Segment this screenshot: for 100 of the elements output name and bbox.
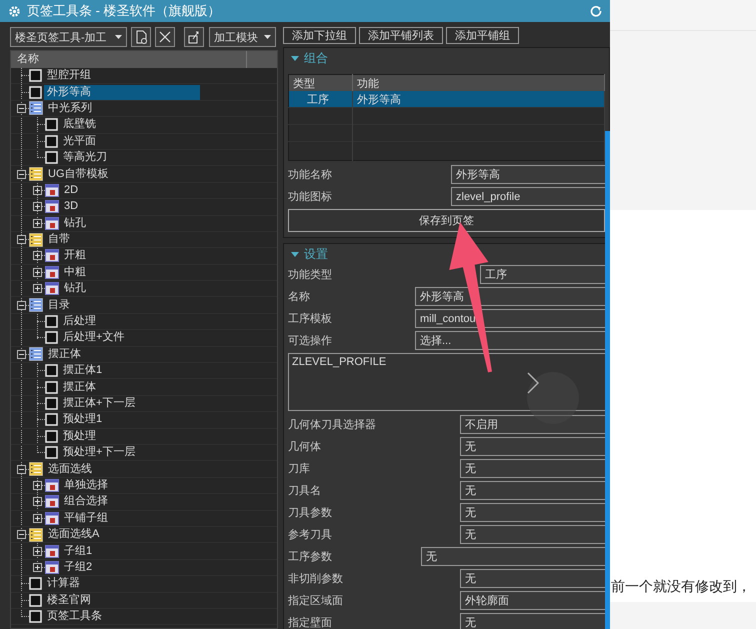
square-icon — [45, 413, 58, 426]
new-document-button[interactable] — [131, 27, 151, 47]
dropdown-field[interactable]: 无 — [460, 569, 605, 588]
scroll-bar[interactable] — [605, 131, 610, 629]
column-header[interactable]: 类型 — [288, 74, 352, 91]
window-icon — [45, 544, 59, 558]
tree-item[interactable]: 中粗 — [61, 264, 89, 280]
tree-item[interactable]: 目录 — [45, 298, 73, 313]
collapse-toggle[interactable] — [17, 104, 26, 113]
collapse-toggle[interactable] — [17, 464, 26, 474]
tree-item[interactable]: 楼圣官网 — [44, 592, 94, 608]
tree-item[interactable]: 钻孔 — [61, 216, 89, 231]
expand-toggle[interactable] — [33, 202, 42, 212]
tree-item[interactable]: 后处理+文件 — [60, 330, 128, 346]
field-label: 指定壁面 — [288, 616, 333, 629]
tree-item[interactable]: 后处理 — [60, 314, 99, 330]
dropdown-field[interactable]: 无 — [460, 503, 605, 522]
text-field[interactable]: 外形等高 — [415, 287, 605, 306]
tree-item[interactable]: 中光系列 — [45, 100, 95, 116]
collapse-icon[interactable] — [291, 252, 299, 258]
square-icon — [29, 86, 42, 99]
expand-toggle[interactable] — [33, 546, 42, 556]
field-label: 指定区域面 — [288, 594, 344, 608]
dropdown-field[interactable]: 外轮廓面 — [460, 591, 605, 610]
tree-item[interactable]: 钻孔 — [61, 281, 89, 296]
dropdown-field[interactable]: 无 — [460, 437, 605, 456]
tree-item[interactable]: 计算器 — [44, 576, 83, 592]
collapse-toggle[interactable] — [17, 170, 26, 179]
table-cell[interactable]: 外形等高 — [352, 91, 604, 108]
dropdown-field[interactable]: 无 — [460, 613, 605, 629]
tree-item[interactable]: 选面选线A — [45, 527, 102, 542]
text-field[interactable]: 无 — [421, 547, 605, 566]
square-icon — [45, 118, 58, 132]
close-button[interactable] — [155, 27, 175, 47]
tree-item[interactable]: 预处理+下一层 — [60, 445, 138, 460]
dropdown-field[interactable]: 无 — [460, 481, 605, 500]
expand-toggle[interactable] — [33, 562, 42, 572]
tree-item[interactable]: 2D — [61, 182, 82, 198]
tree-item[interactable]: 组合选择 — [61, 494, 111, 510]
tree-item[interactable]: 选面选线 — [45, 462, 95, 477]
collapse-toggle[interactable] — [17, 300, 26, 310]
dropdown-field[interactable]: 无 — [460, 459, 605, 478]
field-label: 可选操作 — [288, 334, 333, 348]
dropdown-field[interactable]: 无 — [460, 525, 605, 544]
tree-item[interactable]: 3D — [61, 199, 82, 214]
square-icon — [45, 134, 58, 148]
collapse-toggle[interactable] — [17, 350, 26, 359]
expand-toggle[interactable] — [33, 497, 42, 506]
tree-item[interactable]: 预处理1 — [60, 412, 106, 428]
tree-item[interactable]: 预处理 — [60, 428, 99, 444]
expand-toggle[interactable] — [33, 284, 42, 294]
tree-item[interactable]: 开粗 — [61, 248, 89, 264]
add-group-button[interactable]: 添加平铺组 — [446, 27, 519, 44]
module-dropdown[interactable]: 加工模块 — [209, 27, 276, 47]
section-title: 组合 — [304, 50, 328, 67]
tree-item[interactable]: 单独选择 — [61, 478, 111, 493]
expand-toggle[interactable] — [33, 251, 42, 260]
text-field[interactable]: mill_contou — [415, 309, 605, 328]
expand-toggle[interactable] — [33, 186, 42, 195]
expand-toggle[interactable] — [33, 218, 42, 228]
toolset-dropdown[interactable]: 楼圣页签工具-加工 — [10, 27, 127, 47]
field-label: 功能图标 — [288, 190, 333, 204]
collapse-toggle[interactable] — [17, 235, 26, 244]
tree-item[interactable]: 页签工具条 — [44, 609, 105, 624]
select-button[interactable]: 选择... — [415, 331, 605, 350]
tree-item[interactable]: 子组2 — [61, 560, 96, 575]
column-header[interactable]: 功能 — [352, 74, 604, 91]
tree-item[interactable]: 摆正体1 — [60, 363, 106, 378]
chevron-icon — [527, 372, 539, 394]
tree-item[interactable]: 平铺子组 — [61, 510, 111, 526]
tree-item[interactable]: 摆正体 — [45, 346, 84, 362]
expand-toggle[interactable] — [33, 514, 42, 523]
dropdown-field[interactable]: 工序 — [480, 265, 605, 284]
add-group-button[interactable]: 添加下拉组 — [283, 27, 356, 44]
tree-item[interactable]: 底壁铣 — [60, 117, 99, 132]
text-field[interactable]: 外形等高 — [451, 165, 605, 184]
field-label: 刀具参数 — [288, 506, 333, 520]
tree-item[interactable]: 等高光刀 — [60, 150, 110, 166]
tree-item[interactable]: 型腔开组 — [44, 68, 94, 84]
export-button[interactable] — [184, 27, 204, 47]
refresh-icon[interactable] — [590, 5, 602, 17]
tree-item[interactable]: 自带 — [45, 232, 73, 248]
square-icon — [29, 610, 42, 624]
tree-item[interactable]: 外形等高 — [44, 84, 200, 100]
tree-item[interactable]: UG自带模板 — [45, 166, 112, 182]
table-cell[interactable]: 工序 — [288, 91, 352, 108]
tree-item[interactable]: 光平面 — [60, 134, 99, 149]
text-area[interactable]: ZLEVEL_PROFILE — [288, 353, 605, 411]
collapse-icon[interactable] — [291, 56, 299, 62]
tree-item[interactable]: 子组1 — [61, 544, 96, 559]
dropdown-field[interactable]: 不启用 — [460, 415, 605, 434]
add-group-button[interactable]: 添加平铺列表 — [359, 27, 443, 44]
expand-toggle[interactable] — [33, 480, 42, 490]
collapse-toggle[interactable] — [17, 530, 26, 540]
expand-toggle[interactable] — [33, 268, 42, 277]
column-header[interactable]: 名称 — [11, 51, 247, 68]
window-icon — [45, 200, 59, 214]
tree-item[interactable]: 摆正体 — [60, 380, 99, 395]
tree-item[interactable]: 摆正体+下一层 — [60, 396, 138, 411]
text-field[interactable]: zlevel_profile — [451, 187, 605, 206]
